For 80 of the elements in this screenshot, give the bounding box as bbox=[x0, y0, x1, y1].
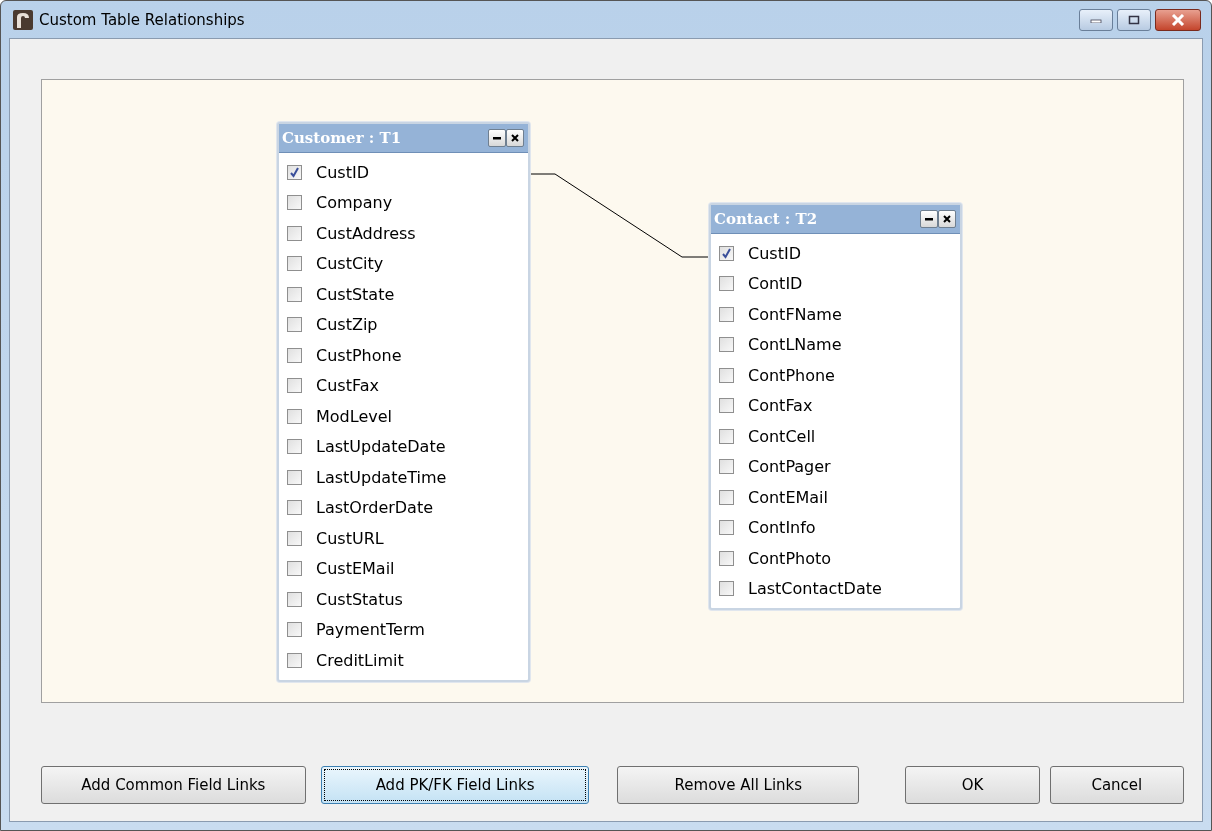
checkbox[interactable] bbox=[287, 164, 302, 180]
checkbox[interactable] bbox=[287, 256, 302, 272]
checkbox[interactable] bbox=[287, 591, 302, 607]
window-title: Custom Table Relationships bbox=[39, 10, 245, 29]
checkbox[interactable] bbox=[719, 276, 734, 292]
checkbox[interactable] bbox=[719, 520, 734, 536]
field-name: ContInfo bbox=[748, 518, 816, 538]
close-button[interactable] bbox=[938, 210, 956, 228]
checkbox[interactable] bbox=[287, 286, 302, 302]
field-name: CustID bbox=[748, 243, 801, 263]
field-name: CustState bbox=[316, 284, 395, 304]
table-title: Contact : T2 bbox=[714, 210, 818, 228]
dialog-button[interactable]: Remove All Links bbox=[617, 766, 860, 804]
minimize-icon bbox=[493, 134, 501, 142]
field-name: ContPhone bbox=[748, 365, 835, 385]
dialog-button[interactable]: Add Common Field Links bbox=[41, 766, 306, 804]
checkbox[interactable] bbox=[287, 195, 302, 211]
field-name: CustAddress bbox=[316, 223, 416, 243]
field-name: ContPager bbox=[748, 457, 831, 477]
checkbox[interactable] bbox=[719, 398, 734, 414]
field-name: ModLevel bbox=[316, 406, 392, 426]
checkbox[interactable] bbox=[719, 489, 734, 505]
checkbox[interactable] bbox=[287, 622, 302, 638]
close-button[interactable] bbox=[506, 129, 524, 147]
field-name: ContCell bbox=[748, 426, 816, 446]
checkbox[interactable] bbox=[719, 245, 734, 261]
app-icon bbox=[13, 9, 33, 30]
field-name: ContLName bbox=[748, 335, 842, 355]
minimize-icon bbox=[1090, 16, 1102, 23]
field-name: CustCity bbox=[316, 254, 384, 274]
checkbox[interactable] bbox=[719, 428, 734, 444]
checkbox[interactable] bbox=[287, 469, 302, 485]
field-name: CustURL bbox=[316, 528, 384, 548]
field-name: LastOrderDate bbox=[316, 498, 434, 518]
field-name: PaymentTerm bbox=[316, 620, 425, 640]
field-name: LastContactDate bbox=[748, 579, 882, 599]
field-name: LastUpdateDate bbox=[316, 437, 446, 457]
checkbox[interactable] bbox=[287, 652, 302, 668]
field-name: ContID bbox=[748, 274, 803, 294]
maximize-icon bbox=[1128, 14, 1140, 25]
field-name: CreditLimit bbox=[316, 650, 404, 670]
minimize-button[interactable] bbox=[920, 210, 938, 228]
field-name: CustPhone bbox=[316, 345, 402, 365]
checkbox[interactable] bbox=[287, 317, 302, 333]
field-name: Company bbox=[316, 193, 393, 213]
dialog-button[interactable]: OK bbox=[905, 766, 1040, 804]
maximize-button[interactable] bbox=[1117, 8, 1151, 31]
dialog-button[interactable]: Add PK/FK Field Links bbox=[320, 766, 590, 804]
checkbox[interactable] bbox=[287, 408, 302, 424]
field-name: ContFName bbox=[748, 304, 842, 324]
minimize-button[interactable] bbox=[488, 129, 506, 147]
checkbox[interactable] bbox=[719, 459, 734, 475]
checkbox[interactable] bbox=[287, 500, 302, 516]
checkbox[interactable] bbox=[287, 439, 302, 455]
close-icon bbox=[1171, 13, 1185, 26]
close-icon bbox=[943, 215, 951, 223]
close-button[interactable] bbox=[1155, 8, 1201, 31]
checkbox[interactable] bbox=[719, 581, 734, 597]
checkbox[interactable] bbox=[287, 378, 302, 394]
checkbox[interactable] bbox=[287, 225, 302, 241]
field-name: CustStatus bbox=[316, 589, 403, 609]
field-name: ContFax bbox=[748, 396, 813, 416]
checkbox[interactable] bbox=[287, 561, 302, 577]
field-name: CustZip bbox=[316, 315, 378, 335]
close-icon bbox=[511, 134, 519, 142]
checkbox[interactable] bbox=[719, 337, 734, 353]
checkbox[interactable] bbox=[719, 550, 734, 566]
field-name: LastUpdateTime bbox=[316, 467, 447, 487]
dialog-button[interactable]: Cancel bbox=[1049, 766, 1184, 804]
field-name: CustFax bbox=[316, 376, 379, 396]
field-name: CustEMail bbox=[316, 559, 395, 579]
checkbox[interactable] bbox=[287, 530, 302, 546]
checkbox[interactable] bbox=[719, 306, 734, 322]
checkbox[interactable] bbox=[719, 367, 734, 383]
field-name: ContPhoto bbox=[748, 548, 831, 568]
table-title: Customer : T1 bbox=[282, 129, 402, 147]
field-name: CustID bbox=[316, 162, 369, 182]
checkbox[interactable] bbox=[287, 347, 302, 363]
minimize-icon bbox=[925, 215, 933, 223]
field-name: ContEMail bbox=[748, 487, 828, 507]
